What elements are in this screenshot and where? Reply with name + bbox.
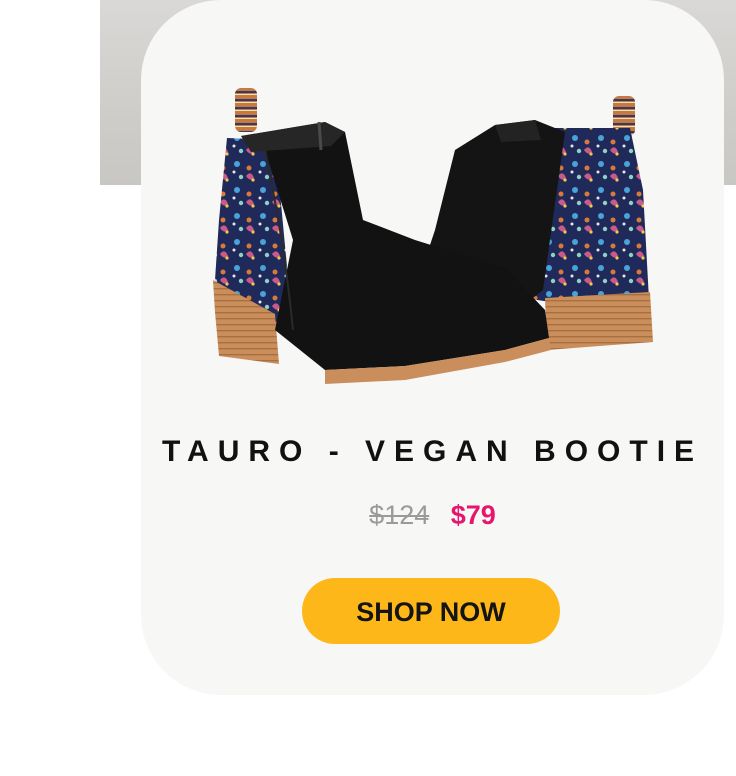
price-row: $124 $79	[141, 497, 724, 533]
product-image[interactable]	[205, 80, 665, 410]
sale-price: $79	[450, 500, 496, 530]
product-title: TAURO - VEGAN BOOTIE	[161, 435, 704, 468]
shop-now-button[interactable]: SHOP NOW	[302, 578, 560, 644]
original-price: $124	[369, 500, 430, 530]
